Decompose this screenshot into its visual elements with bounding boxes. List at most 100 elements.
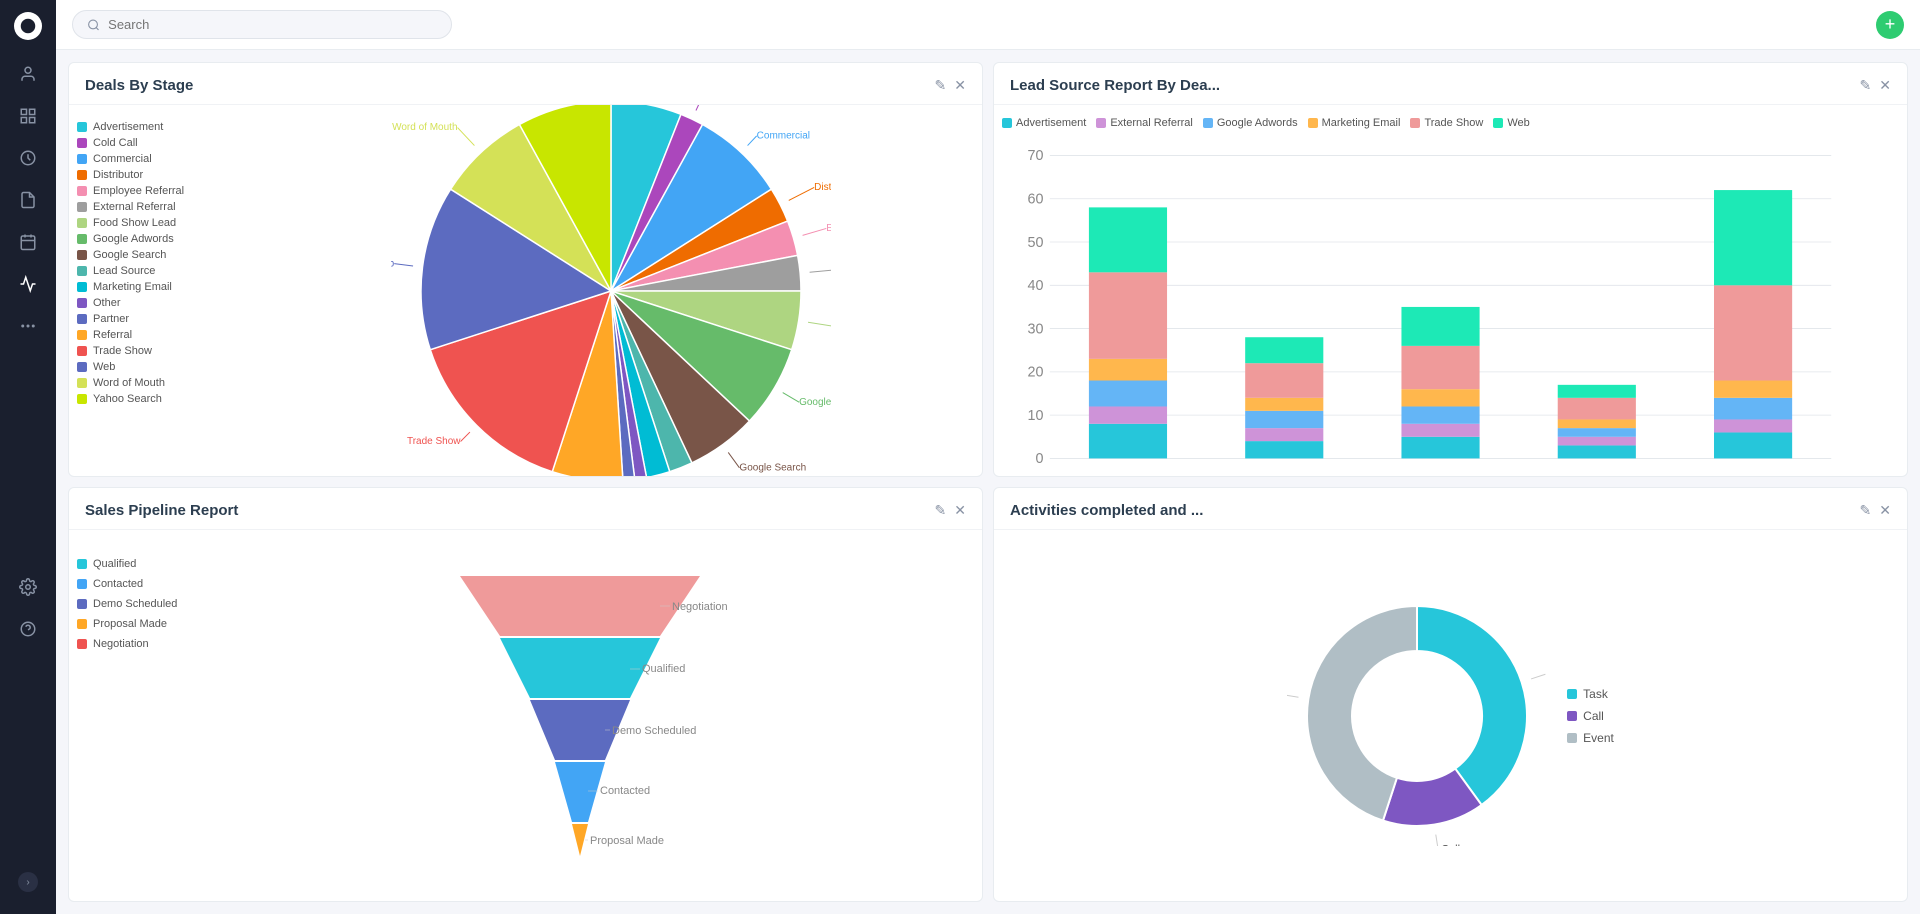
legend-web: Web: [77, 361, 247, 373]
sidebar-item-analytics[interactable]: [10, 266, 46, 302]
svg-text:Web: Web: [391, 258, 395, 269]
lead-source-actions: ✎ ✕: [1860, 77, 1891, 94]
logo[interactable]: [14, 12, 42, 40]
activities-edit-btn[interactable]: ✎: [1860, 502, 1872, 519]
legend-distributor: Distributor: [77, 169, 247, 181]
activities-close-btn[interactable]: ✕: [1879, 502, 1891, 519]
pipeline-header: Sales Pipeline Report ✎ ✕: [69, 488, 982, 530]
legend-cold-call: Cold Call: [77, 137, 247, 149]
funnel-svg-area: Negotiation Qualified Demo Scheduled Con…: [185, 538, 974, 893]
deals-close-btn[interactable]: ✕: [954, 77, 966, 94]
sidebar-item-reports[interactable]: [10, 182, 46, 218]
lead-source-header: Lead Source Report By Dea... ✎ ✕: [994, 63, 1907, 105]
funnel-container: Qualified Contacted Demo Scheduled Propo…: [69, 530, 982, 901]
legend-marketing-email: Marketing Email: [77, 281, 247, 293]
activities-body: TaskCallEvent Task Call Event: [994, 530, 1907, 901]
deals-by-stage-card: Deals By Stage ✎ ✕ Advertisement Cold Ca…: [68, 62, 983, 477]
deals-card-header: Deals By Stage ✎ ✕: [69, 63, 982, 105]
lead-source-body: Advertisement External Referral Google A…: [994, 105, 1907, 476]
svg-text:Trade Show: Trade Show: [406, 436, 460, 447]
deals-card-actions: ✎ ✕: [935, 77, 966, 94]
funnel-label-contacted: Contacted: [600, 785, 650, 797]
legend-commercial: Commercial: [77, 153, 247, 165]
add-button[interactable]: +: [1876, 11, 1904, 39]
pipeline-body: Qualified Contacted Demo Scheduled Propo…: [69, 530, 982, 901]
pie-svg-area: AdvertisementCold CallCommercialDistribu…: [247, 113, 974, 468]
legend-yahoo-search: Yahoo Search: [77, 393, 247, 405]
legend-referral: Referral: [77, 329, 247, 341]
activities-card: Activities completed and ... ✎ ✕ TaskCal…: [993, 487, 1908, 902]
funnel-label-negotiation: Negotiation: [672, 601, 728, 613]
search-box[interactable]: [72, 10, 452, 39]
svg-text:70: 70: [1027, 148, 1043, 164]
legend-partner: Partner: [77, 313, 247, 325]
bar-legend: Advertisement External Referral Google A…: [1002, 113, 1895, 137]
search-input[interactable]: [108, 17, 437, 32]
svg-text:Word of Mouth: Word of Mouth: [392, 122, 457, 133]
svg-text:Call: Call: [1441, 843, 1460, 846]
legend-employee-referral: Employee Referral: [77, 185, 247, 197]
activities-title: Activities completed and ...: [1010, 502, 1203, 519]
donut-legend: Task Call Event: [1567, 687, 1614, 745]
lead-source-card: Lead Source Report By Dea... ✎ ✕ Adverti…: [993, 62, 1908, 477]
topbar: +: [56, 0, 1920, 50]
svg-text:40: 40: [1027, 278, 1043, 294]
legend-lead-source: Lead Source: [77, 265, 247, 277]
sidebar: ›: [0, 0, 56, 914]
pie-chart-svg: AdvertisementCold CallCommercialDistribu…: [391, 105, 831, 476]
legend-trade-show: Trade Show: [77, 345, 247, 357]
svg-text:60: 60: [1027, 192, 1043, 208]
sidebar-item-deals[interactable]: [10, 140, 46, 176]
funnel-label-demo: Demo Scheduled: [612, 725, 696, 737]
pipeline-edit-btn[interactable]: ✎: [935, 502, 947, 519]
funnel-label-qualified: Qualified: [642, 663, 685, 675]
bar-chart-container: Advertisement External Referral Google A…: [994, 105, 1907, 476]
pie-container: Advertisement Cold Call Commercial Distr…: [69, 105, 982, 476]
funnel-contacted: [555, 762, 605, 822]
legend-food-show-lead: Food Show Lead: [77, 217, 247, 229]
pipeline-close-btn[interactable]: ✕: [954, 502, 966, 519]
deals-card-title: Deals By Stage: [85, 77, 193, 94]
funnel-label-proposal: Proposal Made: [590, 835, 664, 847]
pie-legend: Advertisement Cold Call Commercial Distr…: [77, 113, 247, 468]
legend-advertisement: Advertisement: [77, 121, 247, 133]
sidebar-item-dashboard[interactable]: [10, 98, 46, 134]
activities-header: Activities completed and ... ✎ ✕: [994, 488, 1907, 530]
svg-text:Google Adwords: Google Adwords: [799, 396, 831, 407]
svg-text:Employee Referral: Employee Referral: [826, 223, 831, 234]
bar-chart-svg: 010203040506070QualifiedContactedDemo Sc…: [1002, 137, 1895, 476]
bar-chart-body: 010203040506070QualifiedContactedDemo Sc…: [1002, 137, 1895, 476]
sidebar-item-more[interactable]: [10, 308, 46, 344]
dashboard-grid: Deals By Stage ✎ ✕ Advertisement Cold Ca…: [56, 50, 1920, 914]
deals-card-body: Advertisement Cold Call Commercial Distr…: [69, 105, 982, 476]
topbar-right: +: [1876, 11, 1904, 39]
legend-word-of-mouth: Word of Mouth: [77, 377, 247, 389]
sidebar-item-help[interactable]: [10, 611, 46, 647]
sales-pipeline-card: Sales Pipeline Report ✎ ✕ Qualified Cont…: [68, 487, 983, 902]
svg-text:0: 0: [1035, 451, 1043, 467]
svg-text:Commercial: Commercial: [756, 130, 809, 141]
lead-source-edit-btn[interactable]: ✎: [1860, 77, 1872, 94]
svg-text:30: 30: [1027, 321, 1043, 337]
legend-external-referral: External Referral: [77, 201, 247, 213]
pipeline-actions: ✎ ✕: [935, 502, 966, 519]
sidebar-collapse-btn[interactable]: ›: [18, 872, 38, 892]
pipeline-title: Sales Pipeline Report: [85, 502, 238, 519]
svg-text:Distributor: Distributor: [814, 182, 831, 193]
deals-edit-btn[interactable]: ✎: [935, 77, 947, 94]
sidebar-item-contacts[interactable]: [10, 56, 46, 92]
sidebar-item-settings[interactable]: [10, 569, 46, 605]
legend-google-search: Google Search: [77, 249, 247, 261]
donut-chart-svg: TaskCallEvent: [1287, 586, 1547, 846]
legend-other: Other: [77, 297, 247, 309]
lead-source-close-btn[interactable]: ✕: [1879, 77, 1891, 94]
legend-google-adwords: Google Adwords: [77, 233, 247, 245]
svg-text:50: 50: [1027, 235, 1043, 251]
main-content: + Deals By Stage ✎ ✕ Advertisement Cold …: [56, 0, 1920, 914]
search-icon: [87, 18, 100, 32]
donut-container: TaskCallEvent Task Call Event: [994, 530, 1907, 901]
funnel-legend: Qualified Contacted Demo Scheduled Propo…: [77, 538, 177, 893]
sidebar-item-calendar[interactable]: [10, 224, 46, 260]
funnel-chart-svg: Negotiation Qualified Demo Scheduled Con…: [400, 566, 760, 866]
svg-text:10: 10: [1027, 408, 1043, 424]
